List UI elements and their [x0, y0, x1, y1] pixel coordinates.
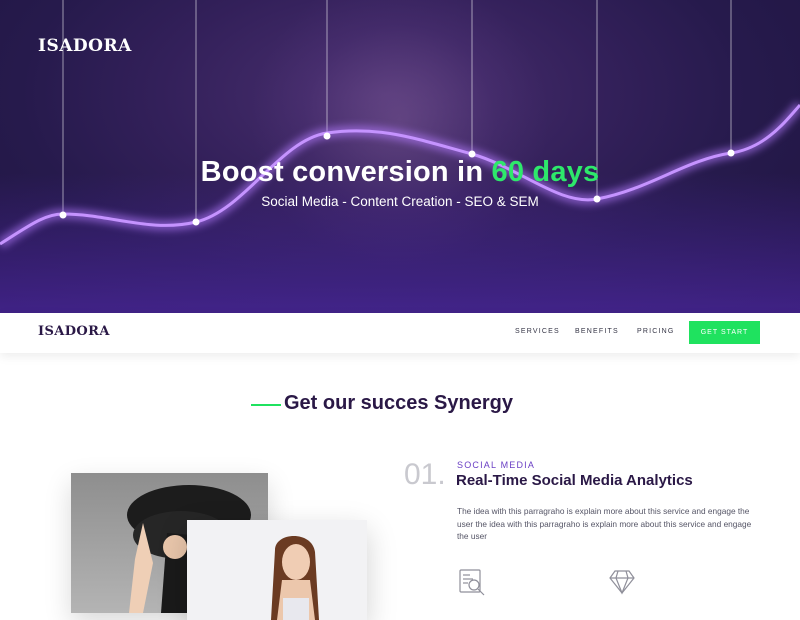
nav-link-benefits[interactable]: BENEFITS: [575, 328, 619, 335]
model-photo-front: [187, 520, 367, 620]
nav-link-services[interactable]: SERVICES: [515, 328, 560, 335]
wave-point: [192, 218, 200, 226]
service-category: SOCIAL MEDIA: [457, 460, 536, 470]
hero-title-main: Boost conversion in: [200, 156, 484, 188]
service-description: The idea with this parragraho is explain…: [457, 506, 752, 541]
service-title: Real-Time Social Media Analytics: [456, 472, 693, 489]
hero-subtitle: Social Media - Content Creation - SEO & …: [261, 194, 539, 209]
wave-point: [59, 211, 67, 219]
analytics-document-icon: [458, 568, 486, 601]
hero-title: Boost conversion in 60 days: [0, 156, 800, 189]
nav-logo[interactable]: ISADORA: [38, 324, 110, 339]
section-title-accent-line: [251, 404, 281, 406]
section-title: Get our succes Synergy: [284, 392, 513, 414]
hero-title-accent: 60 days: [491, 156, 600, 188]
nav-link-pricing[interactable]: PRICING: [637, 328, 675, 335]
hero-logo[interactable]: ISADORA: [38, 36, 132, 56]
diamond-icon: [608, 568, 636, 601]
service-number: 01.: [404, 458, 446, 491]
model-photo-front-image: [271, 536, 319, 620]
hero-banner: ISADORA Boost conversion in 60 days Soci…: [0, 0, 800, 313]
wave-point: [323, 132, 331, 140]
navigation-bar: ISADORA SERVICES BENEFITS PRICING GET ST…: [0, 313, 800, 353]
get-start-button[interactable]: GET START: [689, 321, 760, 344]
